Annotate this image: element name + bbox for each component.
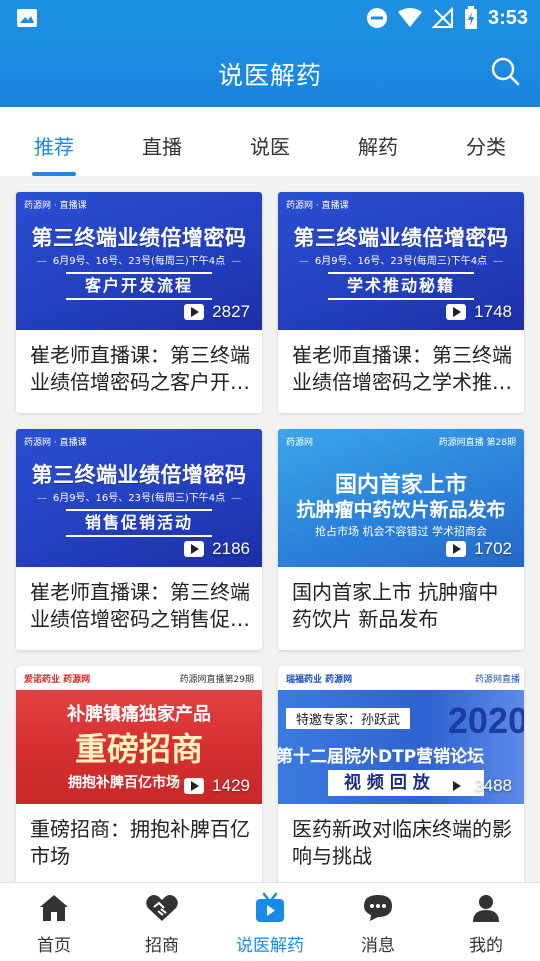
tab-live[interactable]: 直播 bbox=[108, 107, 216, 176]
thumbnail-date: 6月9号、16号、23号(每周三)下午4点 bbox=[16, 252, 262, 267]
battery-charging-icon bbox=[464, 6, 477, 29]
do-not-disturb-icon bbox=[366, 8, 387, 28]
thumbnail-subtitle: 学术推动秘籍 bbox=[328, 272, 474, 300]
thumbnail-headline: 第三终端业绩倍增密码 bbox=[31, 463, 247, 487]
nav-messages-label: 消息 bbox=[361, 936, 395, 956]
category-tabs: 推荐 直播 说医 解药 分类 bbox=[0, 107, 540, 176]
nav-profile[interactable]: 我的 bbox=[432, 883, 540, 961]
view-count: 2186 bbox=[184, 539, 250, 559]
bottom-navigation: 首页 招商 说医解药 消息 我的 bbox=[0, 882, 540, 961]
play-icon bbox=[446, 778, 467, 794]
thumbnail-headline: 第三终端业绩倍增密码 bbox=[293, 226, 509, 250]
view-count: 1748 bbox=[446, 302, 512, 322]
video-title[interactable]: 崔老师直播课：第三终端业绩倍增密码之销售促销活动 bbox=[30, 579, 250, 633]
thumbnail-year: 2020 bbox=[447, 700, 524, 741]
thumbnail-tagline: 抢占市场 机会不容错过 学术招商会 bbox=[315, 525, 487, 538]
home-icon bbox=[40, 895, 68, 921]
tab-shuoyi[interactable]: 说医 bbox=[216, 107, 324, 176]
nav-shuoyi-jieyao[interactable]: 说医解药 bbox=[216, 883, 324, 961]
video-thumbnail[interactable]: 药源网 · 直播课 第三终端业绩倍增密码 6月9号、16号、23号(每周三)下午… bbox=[278, 192, 524, 330]
nav-shuoyi-jieyao-label: 说医解药 bbox=[236, 936, 304, 956]
thumbnail-brand: 爱诺药业 药源网 bbox=[24, 675, 91, 685]
tv-play-icon bbox=[256, 892, 284, 922]
app-bar: 说医解药 bbox=[0, 36, 540, 107]
thumbnail-headline: 第三终端业绩倍增密码 bbox=[31, 226, 247, 250]
view-count: 1429 bbox=[184, 776, 250, 796]
video-title[interactable]: 国内首家上市 抗肿瘤中药饮片 新品发布 bbox=[292, 579, 512, 633]
view-count-value: 1748 bbox=[474, 302, 512, 321]
video-title[interactable]: 崔老师直播课：第三终端业绩倍增密码之客户开发流程 bbox=[30, 342, 250, 396]
video-title[interactable]: 医药新政对临床终端的影响与挑战 bbox=[292, 816, 512, 870]
thumbnail-headline-2: 重磅招商 bbox=[74, 730, 203, 768]
thumbnail-brand: 药源网 bbox=[286, 438, 314, 448]
nav-profile-label: 我的 bbox=[469, 936, 503, 956]
video-card[interactable]: 药源网 · 直播课 第三终端业绩倍增密码 6月9号、16号、23号(每周三)下午… bbox=[278, 192, 524, 413]
tab-jieyao[interactable]: 解药 bbox=[324, 107, 432, 176]
handshake-icon bbox=[146, 895, 178, 921]
play-icon bbox=[184, 541, 205, 557]
thumbnail-guest: 特邀专家：孙跃武 bbox=[286, 708, 411, 729]
video-grid: 药源网 · 直播课 第三终端业绩倍增密码 6月9号、16号、23号(每周三)下午… bbox=[0, 176, 540, 882]
thumbnail-subtitle: 销售促销活动 bbox=[66, 509, 212, 537]
video-card[interactable]: 药源网 · 直播课 第三终端业绩倍增密码 6月9号、16号、23号(每周三)下午… bbox=[16, 192, 262, 413]
thumbnail-subtitle: 客户开发流程 bbox=[66, 272, 212, 300]
play-icon bbox=[446, 304, 467, 320]
play-icon bbox=[446, 541, 467, 557]
video-card[interactable]: 药源网 · 直播课 第三终端业绩倍增密码 6月9号、16号、23号(每周三)下午… bbox=[16, 429, 262, 650]
nav-home-label: 首页 bbox=[37, 936, 71, 956]
thumbnail-brand: 瑞福药业 药源网 bbox=[286, 675, 353, 685]
view-count: 3488 bbox=[446, 776, 512, 796]
view-count-value: 1702 bbox=[474, 539, 512, 558]
video-card[interactable]: 瑞福药业 药源网 药源网直播 特邀专家：孙跃武 2020 第十二届院外DTP营销… bbox=[278, 666, 524, 882]
thumbnail-issue: 药源网直播 bbox=[474, 675, 520, 685]
video-thumbnail[interactable]: 药源网 · 直播课 第三终端业绩倍增密码 6月9号、16号、23号(每周三)下午… bbox=[16, 192, 262, 330]
video-title[interactable]: 重磅招商：拥抱补脾百亿市场 bbox=[30, 816, 250, 870]
tab-category[interactable]: 分类 bbox=[432, 107, 540, 176]
clock: 3:53 bbox=[487, 6, 528, 29]
page-title: 说医解药 bbox=[217, 61, 322, 90]
nav-investment[interactable]: 招商 bbox=[108, 883, 216, 961]
view-count: 1702 bbox=[446, 539, 512, 559]
thumbnail-issue: 药源网直播第29期 bbox=[179, 675, 254, 685]
thumbnail-date: 6月9号、16号、23号(每周三)下午4点 bbox=[16, 489, 262, 504]
image-notification-icon bbox=[17, 9, 37, 27]
thumbnail-date: 6月9号、16号、23号(每周三)下午4点 bbox=[278, 252, 524, 267]
view-count-value: 2186 bbox=[212, 539, 250, 558]
person-icon bbox=[473, 895, 499, 922]
video-thumbnail[interactable]: 药源网 药源网直播 第28期 国内首家上市 抗肿瘤中药饮片新品发布 抢占市场 机… bbox=[278, 429, 524, 567]
no-signal-icon bbox=[431, 7, 453, 28]
search-icon[interactable] bbox=[490, 56, 520, 86]
video-thumbnail[interactable]: 爱诺药业 药源网 药源网直播第29期 补脾镇痛独家产品 重磅招商 拥抱补脾百亿市… bbox=[16, 666, 262, 804]
video-card[interactable]: 爱诺药业 药源网 药源网直播第29期 补脾镇痛独家产品 重磅招商 拥抱补脾百亿市… bbox=[16, 666, 262, 882]
view-count-value: 1429 bbox=[212, 776, 250, 795]
video-title[interactable]: 崔老师直播课：第三终端业绩倍增密码之学术推动秘籍 bbox=[292, 342, 512, 396]
play-icon bbox=[184, 778, 205, 794]
thumbnail-headline: 补脾镇痛独家产品 bbox=[67, 704, 211, 725]
thumbnail-brand: 药源网 · 直播课 bbox=[286, 201, 349, 211]
play-icon bbox=[184, 304, 205, 320]
view-count-value: 2827 bbox=[212, 302, 250, 321]
thumbnail-brand: 药源网 · 直播课 bbox=[24, 438, 87, 448]
status-bar: 3:53 bbox=[0, 0, 540, 36]
thumbnail-issue: 药源网直播 第28期 bbox=[438, 438, 516, 448]
video-card[interactable]: 药源网 药源网直播 第28期 国内首家上市 抗肿瘤中药饮片新品发布 抢占市场 机… bbox=[278, 429, 524, 650]
tab-recommend[interactable]: 推荐 bbox=[0, 107, 108, 176]
wifi-icon bbox=[397, 8, 422, 27]
view-count: 2827 bbox=[184, 302, 250, 322]
view-count-value: 3488 bbox=[474, 776, 512, 795]
thumbnail-brand: 药源网 · 直播课 bbox=[24, 201, 87, 211]
chat-icon bbox=[364, 895, 392, 921]
nav-investment-label: 招商 bbox=[145, 936, 179, 956]
nav-messages[interactable]: 消息 bbox=[324, 883, 432, 961]
video-thumbnail[interactable]: 药源网 · 直播课 第三终端业绩倍增密码 6月9号、16号、23号(每周三)下午… bbox=[16, 429, 262, 567]
thumbnail-headline-2: 抗肿瘤中药饮片新品发布 bbox=[296, 499, 506, 521]
nav-home[interactable]: 首页 bbox=[0, 883, 108, 961]
thumbnail-headline-2: 第十二届院外DTP营销论坛 bbox=[278, 747, 485, 767]
video-thumbnail[interactable]: 瑞福药业 药源网 药源网直播 特邀专家：孙跃武 2020 第十二届院外DTP营销… bbox=[278, 666, 524, 804]
